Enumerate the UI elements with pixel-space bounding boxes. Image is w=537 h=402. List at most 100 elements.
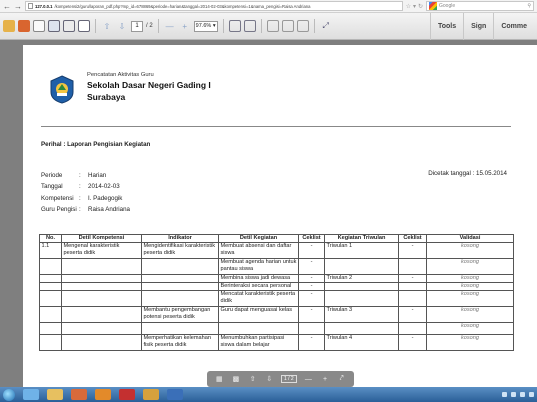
clock-icon[interactable] (529, 392, 534, 397)
cell-kegiatan (218, 322, 299, 335)
tab-sign[interactable]: Sign (463, 12, 493, 40)
cell-ceklist: - (298, 258, 325, 275)
start-button-icon[interactable] (3, 388, 15, 401)
ie-icon[interactable] (23, 389, 39, 400)
column-header: No. (39, 234, 62, 243)
cell-ceklist: - (298, 274, 325, 283)
school-name: Sekolah Dasar Negeri Gading I (87, 80, 211, 90)
url-path: /kompetensi2/guru/laporan_pdf.php?mp_id=… (54, 3, 311, 9)
fit-width-icon[interactable] (243, 20, 256, 32)
page-icon (28, 3, 33, 9)
float-page-input[interactable]: 1 / 2 (280, 375, 297, 383)
cell-indikator (141, 290, 219, 307)
dropdown-icon[interactable]: ▾ (413, 3, 416, 10)
firefox-icon[interactable] (95, 389, 111, 400)
meta-colon: : (79, 205, 81, 213)
pan-icon[interactable]: ⤤ (337, 374, 347, 384)
column-header: Indikator (141, 234, 219, 243)
cell-kegiatan: Mencatat karakteristik peserta didik (218, 290, 299, 307)
prev-page-icon[interactable]: ⇧ (101, 20, 113, 32)
search-placeholder: Google (439, 3, 456, 9)
cell-triwulan (324, 290, 399, 307)
back-icon[interactable]: ← (3, 2, 11, 11)
create-icon[interactable] (3, 20, 15, 32)
volume-icon[interactable] (511, 392, 516, 397)
pdf-page: Pencatatan Aktivitas Guru Sekolah Dasar … (23, 45, 537, 387)
toolbar-separator (313, 19, 315, 33)
save-icon[interactable] (48, 20, 60, 32)
email-icon[interactable] (78, 20, 90, 32)
meta-colon: : (79, 194, 81, 202)
cell-no (39, 258, 62, 275)
cell-kompetensi (61, 258, 142, 275)
expand-icon[interactable]: ⤢ (320, 20, 332, 32)
cell-kegiatan: Membina siswa jadi dewasa (218, 274, 299, 283)
cell-no (39, 306, 62, 323)
search-input[interactable]: Google ⚲ (426, 1, 534, 11)
comment-icon[interactable] (266, 20, 279, 32)
cell-validasi: kosong (426, 306, 514, 323)
zoom-out-icon[interactable]: — (164, 20, 176, 32)
cell-validasi: kosong (426, 290, 514, 307)
meta-row: Kompetensi: I. Padegogik (41, 193, 130, 204)
print-icon[interactable] (63, 20, 75, 32)
meta-value: 2014-02-03 (88, 183, 120, 191)
table-header-row: No. Detil Kompetensi Indikator Detil Keg… (39, 234, 514, 243)
zoom-in-icon[interactable]: + (320, 374, 330, 384)
cell-ceklist: - (298, 334, 325, 351)
toolbar-separator (222, 19, 224, 33)
column-header: Ceklist (398, 234, 427, 243)
cell-triwulan: Triwulan 4 (324, 334, 399, 351)
meta-value: Raisa Andriana (88, 205, 130, 213)
media-icon[interactable] (71, 389, 87, 400)
school-city: Surabaya (87, 92, 126, 102)
create-pdf-icon[interactable] (33, 20, 45, 32)
save-icon[interactable]: ▦ (214, 374, 224, 384)
cell-indikator (141, 322, 219, 335)
cell-triwulan: Triwulan 3 (324, 306, 399, 323)
url-input[interactable]: 127.0.0.1/kompetensi2/guru/laporan_pdf.p… (25, 1, 403, 11)
forward-icon[interactable]: → (14, 2, 22, 11)
tab-tools[interactable]: Tools (429, 12, 463, 40)
cell-kompetensi: Mengenal karakteristik peserta didik (61, 242, 142, 259)
highlight-icon[interactable] (281, 20, 294, 32)
flag-icon[interactable] (520, 392, 525, 397)
column-header: Detil Kegiatan (218, 234, 299, 243)
cell-no: 1.1 (39, 242, 62, 259)
print-icon[interactable]: ▩ (231, 374, 241, 384)
cell-ceklist (298, 322, 325, 335)
star-icon[interactable]: ☆ (406, 3, 411, 10)
document-viewport[interactable]: Pencatatan Aktivitas Guru Sekolah Dasar … (0, 40, 537, 387)
page-number-input[interactable]: 1 (131, 20, 143, 32)
next-page-icon[interactable]: ⇩ (264, 374, 274, 384)
search-icon[interactable]: ⚲ (527, 3, 531, 9)
meta-row: Guru Pengisi: Raisa Andriana (41, 204, 130, 215)
network-icon[interactable] (502, 392, 507, 397)
word-icon[interactable] (167, 389, 183, 400)
prev-page-icon[interactable]: ⇧ (248, 374, 258, 384)
next-page-icon[interactable]: ⇩ (116, 20, 128, 32)
cell-indikator (141, 282, 219, 291)
zoom-in-icon[interactable]: + (179, 20, 191, 32)
column-header: Ceklist (298, 234, 325, 243)
system-tray (502, 392, 534, 397)
tab-comment[interactable]: Comme (493, 12, 534, 40)
cell-triwulan: Triwulan 2 (324, 274, 399, 283)
zoom-select[interactable]: 97.6% ▾ (193, 20, 218, 32)
toolbar-separator (95, 19, 96, 33)
app-icon[interactable] (143, 389, 159, 400)
cell-kegiatan: Berinteraksi secara personal (218, 282, 299, 291)
fit-page-icon[interactable] (228, 20, 241, 32)
sign-icon[interactable] (296, 20, 309, 32)
reload-icon[interactable]: ↻ (418, 3, 423, 10)
cell-validasi: kosong (426, 334, 514, 351)
zoom-out-icon[interactable]: — (303, 374, 313, 384)
table-row: Membuat agenda harian untuk pantau siswa… (39, 258, 514, 275)
explorer-icon[interactable] (47, 389, 63, 400)
cell-ceklist: - (298, 306, 325, 323)
open-icon[interactable] (18, 20, 30, 32)
cell-indikator: Membantu pengembangan potensi peserta di… (141, 306, 219, 323)
acrobat-icon[interactable] (119, 389, 135, 400)
meta-row: Tanggal:2014-02-03 (41, 181, 130, 192)
google-icon (429, 2, 437, 10)
